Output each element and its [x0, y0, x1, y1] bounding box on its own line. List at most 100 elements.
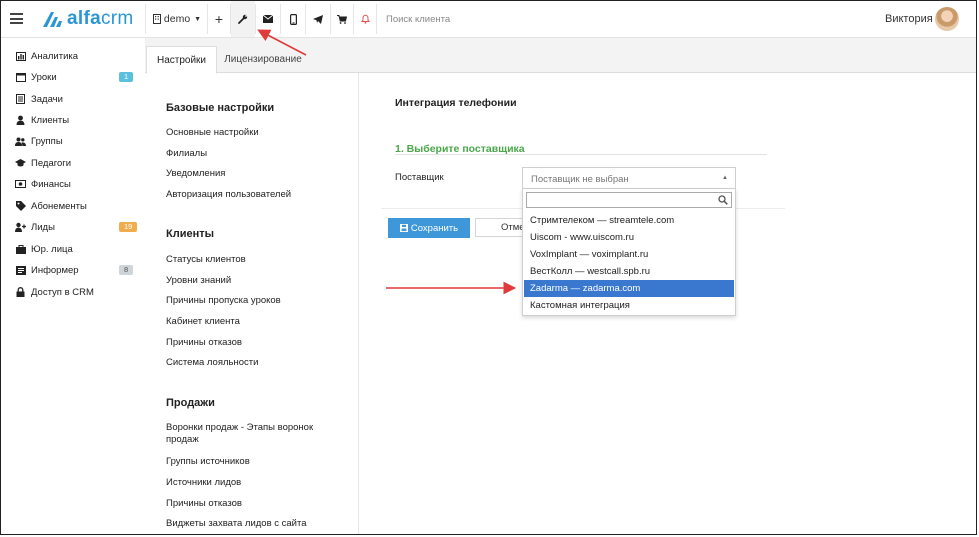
cart-icon[interactable]	[331, 1, 353, 37]
dropdown-option[interactable]: Uiscom - www.uiscom.ru	[524, 229, 734, 246]
caret-down-icon: ▼	[194, 15, 202, 23]
sidebar-item-analytics[interactable]: Аналитика	[15, 48, 78, 64]
branch-label: demo	[163, 13, 191, 25]
sidebar-item-finance[interactable]: Финансы	[15, 176, 71, 192]
settings-link[interactable]: Кабинет клиента	[166, 316, 346, 328]
sidebar-item-label: Группы	[31, 135, 63, 147]
settings-link[interactable]: Авторизация пользователей	[166, 189, 346, 201]
logo-text: alfacrm	[67, 8, 134, 29]
provider-dropdown: Стримтелеком — streamtele.com Uiscom - w…	[522, 188, 736, 316]
leads-count-badge: 19	[119, 222, 138, 232]
sidebar-item-label: Лиды	[31, 221, 55, 233]
calendar-icon	[15, 72, 26, 83]
dropdown-option-highlighted[interactable]: Zadarma — zadarma.com	[524, 280, 734, 297]
sidebar-item-lessons[interactable]: Уроки	[15, 69, 57, 85]
mail-icon[interactable]	[256, 1, 280, 37]
toolbar-divider	[376, 4, 377, 34]
sidebar-item-clients[interactable]: Клиенты	[15, 112, 69, 128]
dropdown-option[interactable]: Стримтелеком — streamtele.com	[524, 212, 734, 229]
settings-link[interactable]: Филиалы	[166, 148, 346, 160]
provider-label: Поставщик	[395, 172, 444, 183]
tag-icon	[15, 201, 26, 212]
user-plus-icon	[15, 222, 26, 233]
avatar[interactable]	[935, 7, 959, 31]
settings-link[interactable]: Уровни знаний	[166, 275, 346, 287]
settings-link[interactable]: Причины пропуска уроков	[166, 295, 346, 307]
lessons-count-badge: 1	[119, 72, 134, 82]
sidebar-item-subscriptions[interactable]: Абонементы	[15, 198, 87, 214]
chart-icon	[15, 51, 26, 62]
sidebar-item-informer[interactable]: Информер	[15, 262, 79, 278]
tab-licensing[interactable]: Лицензирование	[219, 46, 307, 72]
graduation-cap-icon	[15, 158, 26, 169]
tab-bar: Настройки Лицензирование	[145, 38, 976, 74]
provider-select[interactable]: Поставщик не выбран ▲	[522, 167, 736, 189]
step-divider	[395, 154, 767, 155]
top-bar: alfacrm demo ▼ + Поиск клиента Виктория	[1, 1, 976, 38]
sidebar-item-label: Аналитика	[31, 50, 79, 62]
tab-settings[interactable]: Настройки	[146, 46, 217, 74]
section-title-sales: Продажи	[166, 397, 215, 409]
money-icon	[15, 179, 26, 190]
sidebar-item-crm-access[interactable]: Доступ в CRM	[15, 284, 94, 300]
settings-link[interactable]: Система лояльности	[166, 357, 346, 369]
settings-link[interactable]: Статусы клиентов	[166, 254, 346, 266]
sidebar-item-label: Абонементы	[31, 200, 87, 212]
add-icon[interactable]: +	[208, 1, 230, 37]
informer-count-badge: 8	[119, 265, 134, 275]
menu-icon[interactable]	[10, 13, 23, 24]
sidebar-item-label: Уроки	[31, 71, 57, 83]
settings-link[interactable]: Основные настройки	[166, 127, 346, 139]
sidebar-item-label: Финансы	[31, 178, 71, 190]
users-icon	[15, 136, 26, 147]
briefcase-icon	[15, 244, 26, 255]
toolbar-divider	[145, 4, 146, 34]
save-button-label: Сохранить	[410, 222, 459, 234]
dropdown-option[interactable]: Кастомная интеграция	[524, 297, 734, 314]
settings-link[interactable]: Причины отказов	[166, 337, 346, 349]
dropdown-option[interactable]: ВестКолл — westcall.spb.ru	[524, 263, 734, 280]
settings-wrench-icon[interactable]	[231, 1, 255, 37]
app-window: alfacrm demo ▼ + Поиск клиента Виктория …	[0, 0, 977, 535]
sidebar-item-label: Клиенты	[31, 114, 70, 126]
sidebar: Аналитика Уроки 1 Задачи Клиенты Группы …	[1, 38, 145, 534]
user-icon	[15, 115, 26, 126]
logo[interactable]: alfacrm	[41, 8, 134, 30]
section-title-basic: Базовые настройки	[166, 102, 275, 114]
settings-link[interactable]: Причины отказов	[166, 498, 346, 510]
floppy-icon	[399, 224, 408, 232]
save-button[interactable]: Сохранить	[388, 218, 470, 238]
sidebar-item-leads[interactable]: Лиды	[15, 219, 55, 235]
settings-link[interactable]: Воронки продаж - Этапы воронок продаж	[166, 422, 346, 446]
dropdown-search-input[interactable]	[526, 192, 732, 208]
section-title-clients: Клиенты	[166, 228, 215, 240]
page-title: Интеграция телефонии	[395, 97, 517, 109]
bell-icon[interactable]	[354, 1, 376, 37]
lock-icon	[15, 287, 26, 298]
client-search-input[interactable]: Поиск клиента	[386, 14, 450, 25]
logo-mark-icon	[43, 12, 62, 27]
select-placeholder: Поставщик не выбран	[531, 174, 629, 185]
branch-selector[interactable]: demo ▼	[147, 1, 207, 37]
sidebar-item-label: Педагоги	[31, 157, 72, 169]
sidebar-item-teachers[interactable]: Педагоги	[15, 155, 71, 171]
settings-link[interactable]: Источники лидов	[166, 477, 346, 489]
sidebar-item-groups[interactable]: Группы	[15, 133, 63, 149]
sidebar-item-label: Юр. лица	[31, 243, 73, 255]
caret-up-icon: ▲	[722, 175, 728, 181]
user-name[interactable]: Виктория	[885, 13, 933, 25]
settings-link[interactable]: Группы источников	[166, 456, 346, 468]
settings-menu: Базовые настройки Основные настройки Фил…	[145, 73, 359, 534]
sidebar-item-tasks[interactable]: Задачи	[15, 91, 63, 107]
dropdown-option[interactable]: VoxImplant — voximplant.ru	[524, 246, 734, 263]
sidebar-item-label: Информер	[31, 264, 79, 276]
building-icon	[152, 14, 161, 24]
sidebar-item-label: Доступ в CRM	[31, 286, 94, 298]
settings-link[interactable]: Виджеты захвата лидов с сайта	[166, 518, 346, 530]
settings-link[interactable]: Уведомления	[166, 168, 346, 180]
sidebar-item-legal-entities[interactable]: Юр. лица	[15, 241, 73, 257]
tasks-icon	[15, 94, 26, 105]
phone-icon[interactable]	[281, 1, 305, 37]
search-icon	[718, 195, 728, 205]
telegram-icon[interactable]	[306, 1, 330, 37]
